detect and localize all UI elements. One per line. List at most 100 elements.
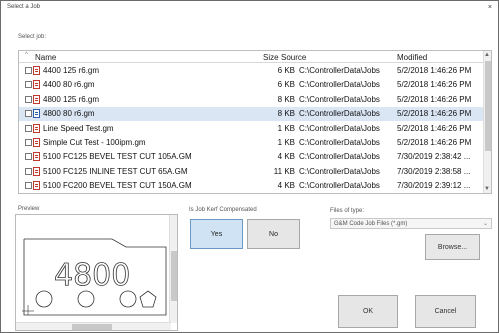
file-size: 4 KB: [277, 181, 295, 191]
row-checkbox[interactable]: [25, 153, 32, 161]
file-row[interactable]: 4800 125 r6.gm 8 KB C:\ControllerData\Jobs…: [19, 93, 491, 107]
gm-file-icon: [33, 123, 40, 133]
file-name: 4400 80 r6.gm: [43, 80, 95, 90]
preview-hole-circle-2: [77, 290, 95, 308]
file-size: 8 KB: [277, 94, 295, 104]
gm-file-icon-selected: [33, 109, 40, 119]
preview-part-text: 4800: [54, 258, 130, 293]
row-checkbox[interactable]: [25, 110, 32, 118]
file-size: 1 KB: [277, 123, 295, 133]
file-size: 4 KB: [277, 152, 295, 162]
file-modified: 7/30/2019 2:38:42 ...: [397, 152, 471, 162]
file-row[interactable]: 5100 FC125 INLINE TEST CUT 65A.GM 11 KB C:…: [19, 165, 491, 179]
file-row[interactable]: 4800 80 r6.gm 8 KB C:\ControllerData\Jobs 5…: [19, 107, 491, 122]
sort-arrow-icon[interactable]: ^: [25, 52, 28, 58]
column-header-modified[interactable]: Modified: [397, 53, 427, 62]
file-row[interactable]: Line Speed Test.gm 1 KB C:\ControllerData\…: [19, 122, 491, 136]
gm-file-icon: [33, 152, 40, 162]
gm-file-icon: [33, 66, 40, 75]
file-source: C:\ControllerData\Jobs: [299, 109, 380, 119]
gm-file-icon: [33, 166, 40, 176]
file-name: Line Speed Test.gm: [43, 123, 114, 133]
preview-hole-pentagon: [139, 290, 157, 308]
kerf-compensated-group: Is Job Kerf Compensated Yes No: [187, 207, 303, 251]
file-name: 5100 FC125 INLINE TEST CUT 65A.GM: [43, 166, 188, 176]
file-name: Simple Cut Test - 100ipm.gm: [43, 138, 146, 147]
browse-button[interactable]: Browse...: [425, 234, 480, 260]
file-modified: 5/2/2018 1:46:26 PM: [397, 138, 472, 147]
file-row[interactable]: Simple Cut Test - 100ipm.gm 1 KB C:\Contro…: [19, 136, 491, 150]
chevron-down-icon: ⌄: [482, 221, 488, 227]
file-source: C:\ControllerData\Jobs: [299, 138, 380, 147]
select-job-dialog: Select a Job × Select job: ^ Name Size S…: [0, 0, 499, 333]
gm-file-icon: [33, 80, 40, 90]
file-modified: 5/2/2018 1:46:26 PM: [397, 123, 472, 133]
column-header-name[interactable]: Name: [35, 53, 56, 62]
preview-horizontal-scrollbar[interactable]: [16, 322, 171, 330]
select-job-label: Select job:: [18, 34, 47, 40]
file-size: 6 KB: [277, 80, 295, 90]
file-list[interactable]: ^ Name Size Source Modified 4400 125 r6.…: [18, 50, 492, 194]
row-checkbox[interactable]: [25, 81, 32, 89]
preview-vertical-scrollbar[interactable]: [169, 215, 177, 323]
row-checkbox[interactable]: [25, 139, 32, 146]
file-name: 5100 FC200 BEVEL TEST CUT 150A.GM: [43, 181, 192, 191]
ok-button[interactable]: OK: [338, 295, 398, 328]
files-of-type-label: Files of type:: [330, 208, 365, 214]
row-checkbox[interactable]: [25, 167, 32, 175]
gm-file-icon: [33, 181, 40, 191]
kerf-no-button[interactable]: No: [247, 219, 300, 249]
scroll-thumb[interactable]: [485, 61, 491, 151]
file-source: C:\ControllerData\Jobs: [299, 181, 380, 191]
cancel-button[interactable]: Cancel: [415, 295, 476, 328]
dialog-title: Select a Job: [7, 4, 41, 10]
row-checkbox[interactable]: [25, 67, 32, 74]
file-list-scrollbar[interactable]: ▲ ▼: [483, 51, 491, 193]
file-size: 6 KB: [277, 66, 295, 75]
row-checkbox[interactable]: [25, 95, 32, 103]
preview-hole-circle-1: [35, 290, 53, 308]
file-row[interactable]: 4400 125 r6.gm 6 KB C:\ControllerData\Jobs…: [19, 64, 491, 78]
file-modified: 7/30/2019 2:39:12 ...: [397, 181, 471, 191]
file-size: 1 KB: [277, 138, 295, 147]
file-modified: 7/30/2019 2:38:58 ...: [397, 166, 471, 176]
file-row[interactable]: 5100 FC200 BEVEL TEST CUT 150A.GM 4 KB C:\…: [19, 179, 491, 193]
file-source: C:\ControllerData\Jobs: [299, 66, 380, 75]
column-header-size[interactable]: Size: [263, 53, 279, 62]
close-icon[interactable]: ×: [488, 4, 492, 11]
file-source: C:\ControllerData\Jobs: [299, 94, 380, 104]
file-row[interactable]: 5100 FC125 BEVEL TEST CUT 105A.GM 4 KB C:\…: [19, 150, 491, 164]
file-modified: 5/2/2018 1:46:26 PM: [397, 80, 472, 90]
preview-drawing: 4800: [22, 238, 167, 316]
preview-label: Preview: [18, 206, 40, 212]
preview-vertical-thumb[interactable]: [171, 251, 177, 301]
file-name: 4800 80 r6.gm: [43, 109, 95, 119]
file-size: 8 KB: [277, 109, 295, 119]
file-name: 4400 125 r6.gm: [43, 66, 100, 75]
preview-hole-circle-3: [119, 290, 137, 308]
file-modified: 5/2/2018 1:46:26 PM: [397, 94, 472, 104]
kerf-yes-button[interactable]: Yes: [190, 219, 243, 249]
file-source: C:\ControllerData\Jobs: [299, 80, 380, 90]
file-size: 11 KB: [273, 166, 295, 176]
column-header-source[interactable]: Source: [281, 53, 306, 62]
row-checkbox[interactable]: [25, 124, 32, 132]
kerf-label: Is Job Kerf Compensated: [189, 207, 257, 213]
preview-horizontal-thumb[interactable]: [72, 324, 112, 330]
row-checkbox[interactable]: [25, 182, 32, 190]
file-source: C:\ControllerData\Jobs: [299, 152, 380, 162]
file-source: C:\ControllerData\Jobs: [299, 123, 380, 133]
file-type-select[interactable]: G&M Code Job Files (*.gm) ⌄: [330, 218, 492, 229]
file-list-header: ^ Name Size Source Modified: [19, 51, 491, 63]
gm-file-icon: [33, 138, 40, 147]
scroll-up-icon[interactable]: ▲: [484, 52, 490, 58]
scroll-down-icon[interactable]: ▼: [484, 186, 490, 192]
job-preview: 4800: [15, 214, 178, 331]
gm-file-icon: [33, 94, 40, 104]
file-modified: 5/2/2018 1:46:26 PM: [397, 66, 472, 75]
file-name: 5100 FC125 BEVEL TEST CUT 105A.GM: [43, 152, 192, 162]
file-source: C:\ControllerData\Jobs: [299, 166, 380, 176]
file-row[interactable]: 4400 80 r6.gm 6 KB C:\ControllerData\Jobs 5…: [19, 78, 491, 92]
file-type-value: G&M Code Job Files (*.gm): [334, 221, 408, 227]
file-modified: 5/2/2018 1:46:26 PM: [397, 109, 472, 119]
